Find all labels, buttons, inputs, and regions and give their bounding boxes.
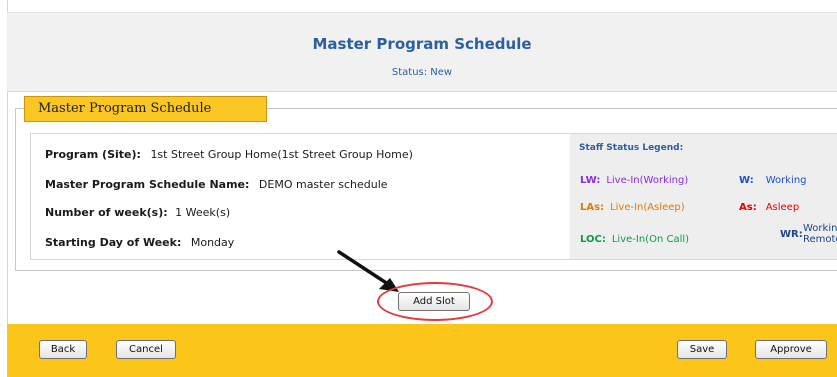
legend-key-w: W: [739, 175, 754, 186]
legend-key-lw: LW: [580, 175, 601, 186]
start-day-label: Starting Day of Week: [45, 236, 182, 249]
cancel-button[interactable]: Cancel [116, 340, 176, 359]
legend-value-lw: Live-In(Working) [606, 175, 689, 186]
program-label: Program (Site): [45, 148, 141, 161]
weeks-row: Number of week(s): 1 Week(s) [45, 206, 230, 219]
start-day-value: Monday [190, 236, 235, 249]
legend-value-wr-line1: Working [803, 223, 837, 234]
legend-value-las: Live-In(Asleep) [610, 202, 685, 213]
legend-item-as: As: Asleep [739, 202, 799, 213]
legend-key-las: LAs: [580, 202, 605, 213]
back-button[interactable]: Back [39, 340, 87, 359]
start-day-row: Starting Day of Week: Monday [45, 236, 234, 249]
program-row: Program (Site): 1st Street Group Home(1s… [45, 148, 413, 161]
legend-value-loc: Live-In(On Call) [611, 234, 690, 245]
schedule-name-value: DEMO master schedule [258, 178, 388, 191]
staff-status-legend: Staff Status Legend: LW: Live-In(Working)… [570, 134, 837, 259]
weeks-value: 1 Week(s) [175, 206, 231, 219]
legend-item-loc: LOC: Live-In(On Call) [580, 234, 689, 245]
legend-item-lw: LW: Live-In(Working) [580, 175, 688, 186]
legend-value-as: Asleep [765, 202, 800, 213]
program-value: 1st Street Group Home(1st Street Group H… [150, 148, 413, 161]
page-header: Master Program Schedule Status: New [7, 12, 837, 92]
approve-button[interactable]: Approve [755, 340, 827, 359]
legend-item-las: LAs: Live-In(Asleep) [580, 202, 685, 213]
legend-value-wr-line2: Remotely [803, 234, 837, 245]
schedule-name-row: Master Program Schedule Name: DEMO maste… [45, 178, 388, 191]
legend-value-wr: Working Remotely [803, 223, 837, 245]
page-title: Master Program Schedule [312, 35, 532, 53]
legend-key-wr: WR: [780, 229, 803, 240]
schedule-name-label: Master Program Schedule Name: [45, 178, 250, 191]
legend-value-w: Working [765, 175, 807, 186]
status-text: Status: New [391, 67, 453, 78]
weeks-label: Number of week(s): [45, 206, 168, 219]
save-button[interactable]: Save [677, 340, 727, 359]
legend-title: Staff Status Legend: [579, 143, 684, 153]
highlight-circle [377, 282, 493, 321]
legend-item-w: W: Working [739, 175, 807, 186]
legend-key-loc: LOC: [580, 234, 606, 245]
section-legend: Master Program Schedule [24, 96, 267, 122]
legend-key-as: As: [739, 202, 757, 213]
